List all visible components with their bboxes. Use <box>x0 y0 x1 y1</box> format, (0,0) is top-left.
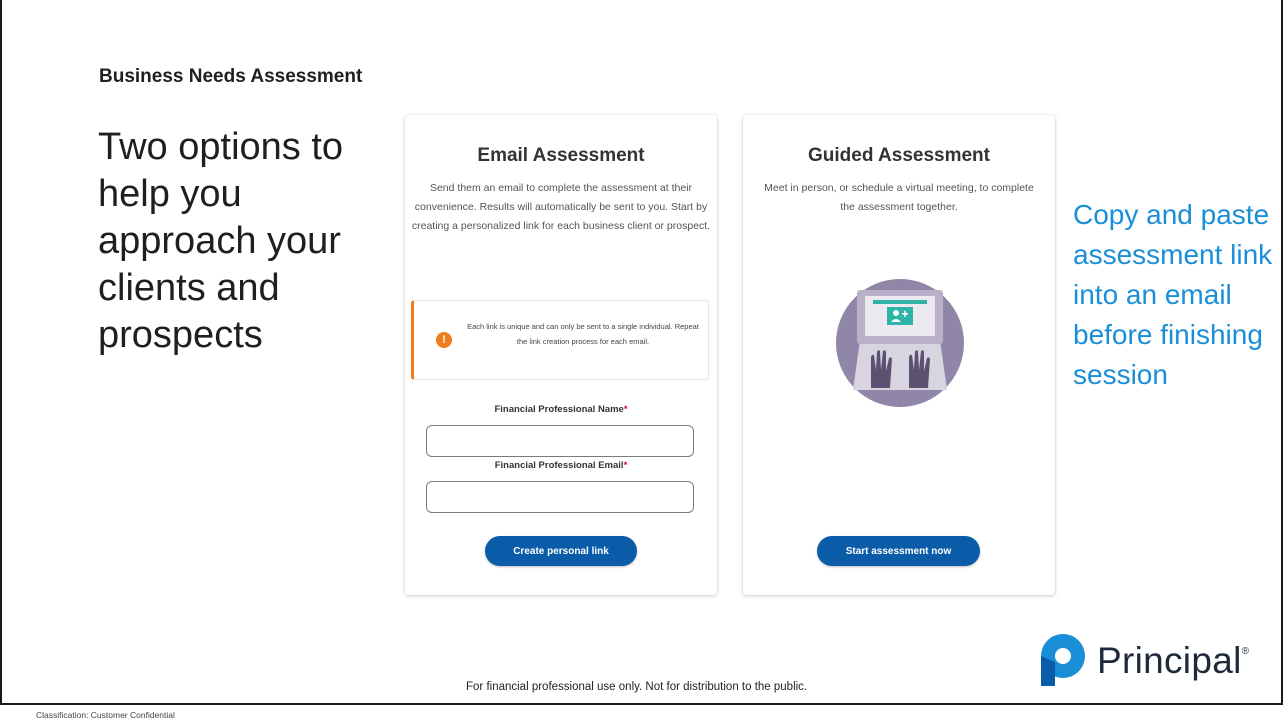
trademark-symbol: ® <box>1241 645 1250 657</box>
classification-label: Classification: Customer Confidential <box>36 710 175 720</box>
create-personal-link-button[interactable]: Create personal link <box>485 536 637 566</box>
email-assessment-title: Email Assessment <box>477 145 645 166</box>
email-assessment-description: Send them an email to complete the asses… <box>411 182 711 232</box>
side-note: Copy and paste assessment link into an e… <box>1073 199 1273 390</box>
headline: Two options to help you approach your cl… <box>98 126 344 356</box>
link-notice: ! Each link is unique and can only be se… <box>411 300 709 380</box>
principal-logo-icon <box>1041 634 1085 686</box>
exclamation-icon: ! <box>436 332 452 348</box>
brand-name: Principal® <box>1097 640 1250 681</box>
required-marker: * <box>623 404 628 415</box>
link-notice-text: Each link is unique and can only be sent… <box>467 322 699 346</box>
financial-professional-email-input[interactable] <box>426 481 694 513</box>
start-assessment-now-button[interactable]: Start assessment now <box>817 536 980 566</box>
laptop-video-call-icon <box>836 279 964 407</box>
slide-title: Business Needs Assessment <box>99 66 363 87</box>
email-field-label: Financial Professional Email* <box>494 460 628 471</box>
email-assessment-card: Email Assessment Send them an email to c… <box>405 115 717 595</box>
name-field-label: Financial Professional Name* <box>494 404 628 415</box>
required-marker: * <box>623 460 628 471</box>
guided-assessment-card: Guided Assessment Meet in person, or sch… <box>743 115 1055 595</box>
guided-assessment-description: Meet in person, or schedule a virtual me… <box>764 182 1034 213</box>
financial-professional-name-input[interactable] <box>426 425 694 457</box>
footer-disclaimer: For financial professional use only. Not… <box>466 681 808 693</box>
guided-assessment-title: Guided Assessment <box>808 145 990 166</box>
principal-brand: Principal® <box>1033 632 1263 688</box>
